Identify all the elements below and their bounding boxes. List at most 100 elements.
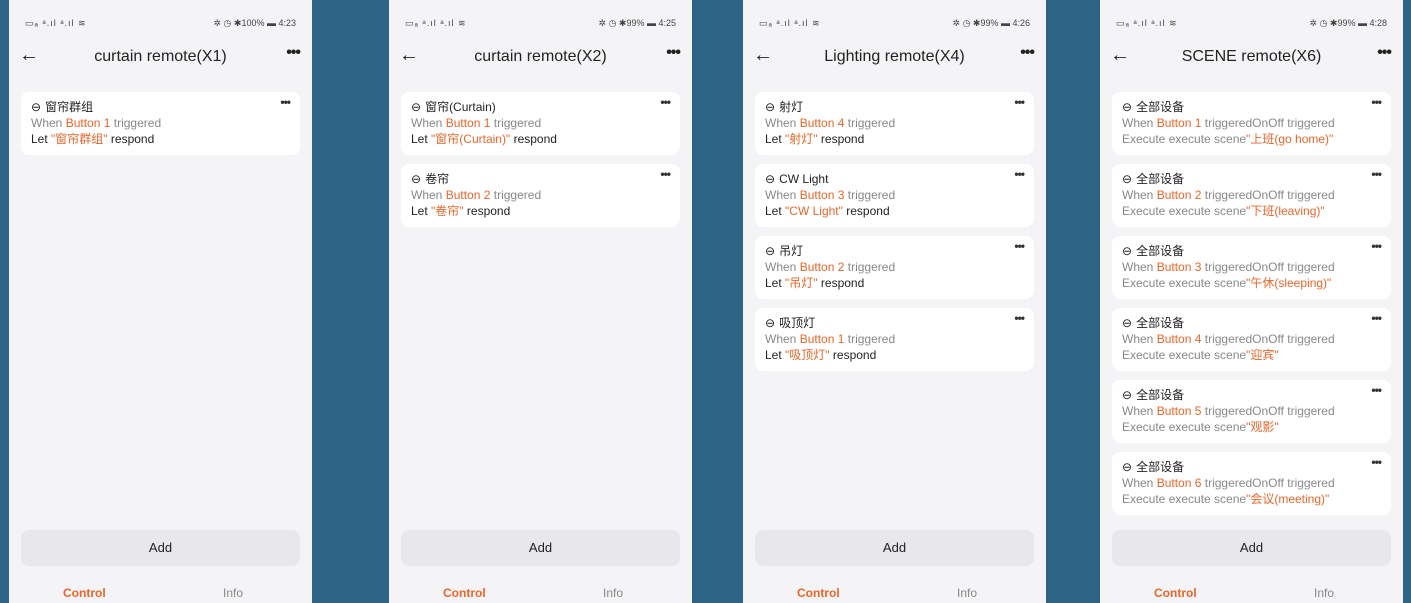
onoff-label: OnOff triggered [1252, 188, 1335, 202]
let-label: Let [765, 204, 782, 218]
status-signal: ▭ₐ ᵃ.ıl ᵃ.ıl ≋ [405, 18, 467, 28]
card-more-icon[interactable]: ••• [1371, 454, 1382, 470]
back-arrow-icon[interactable]: ← [399, 44, 419, 67]
tab-control[interactable]: Control [63, 586, 106, 600]
page-title: curtain remote(X2) [474, 48, 607, 65]
automation-card[interactable]: ••• ⊖ 窗帘群组 When Button 1 triggered Let "窗… [21, 92, 300, 155]
let-label: Let [765, 132, 782, 146]
automation-list: ••• ⊖ 窗帘(Curtain) When Button 1 triggered… [401, 92, 680, 236]
device-name: CW Light [779, 172, 829, 186]
scene-label: "迎宾" [1246, 348, 1279, 362]
link-icon: ⊖ [1122, 460, 1133, 474]
button-label: Button 1 [445, 116, 491, 130]
card-more-icon[interactable]: ••• [1014, 166, 1025, 182]
page-title: curtain remote(X1) [94, 48, 227, 65]
card-more-icon[interactable]: ••• [1371, 310, 1382, 326]
triggered-label: triggered [113, 116, 162, 130]
triggered-label: triggered [1204, 476, 1253, 490]
card-more-icon[interactable]: ••• [1371, 94, 1382, 110]
card-more-icon[interactable]: ••• [1371, 382, 1382, 398]
tab-control[interactable]: Control [443, 586, 486, 600]
triggered-label: triggered [847, 188, 896, 202]
scene-card[interactable]: ••• ⊖ 全部设备 When Button 2 triggeredOnOff t… [1112, 164, 1391, 227]
when-label: When [1122, 260, 1154, 274]
scene-card[interactable]: ••• ⊖ 全部设备 When Button 5 triggeredOnOff t… [1112, 380, 1391, 443]
triggered-label: triggered [847, 260, 896, 274]
phone-screen-x1: ▭ₐ ᵃ.ıl ᵃ.ıl ≋ ✲ ◷ ✱100% ▬ 4:23 ← curtai… [9, 0, 312, 603]
more-icon[interactable]: ••• [286, 44, 301, 62]
automation-card[interactable]: ••• ⊖ 吸顶灯 When Button 1 triggered Let "吸顶… [755, 308, 1034, 371]
tab-control[interactable]: Control [1154, 586, 1197, 600]
card-more-icon[interactable]: ••• [1014, 94, 1025, 110]
add-button[interactable]: Add [21, 530, 300, 566]
when-label: When [765, 188, 797, 202]
add-button[interactable]: Add [401, 530, 680, 566]
when-label: When [765, 116, 797, 130]
link-icon: ⊖ [31, 100, 42, 114]
button-label: Button 2 [799, 260, 845, 274]
more-icon[interactable]: ••• [1020, 44, 1035, 62]
respond-label: respond [820, 132, 865, 146]
target-label: "窗帘群组" [51, 132, 108, 146]
automation-card[interactable]: ••• ⊖ 射灯 When Button 4 triggered Let "射灯"… [755, 92, 1034, 155]
respond-label: respond [513, 132, 557, 146]
scene-label: "午休(sleeping)" [1246, 276, 1332, 290]
device-name: 全部设备 [1136, 244, 1185, 258]
scene-card[interactable]: ••• ⊖ 全部设备 When Button 6 triggeredOnOff t… [1112, 452, 1391, 515]
tab-info[interactable]: Info [957, 586, 977, 600]
automation-card[interactable]: ••• ⊖ CW Light When Button 3 triggered Le… [755, 164, 1034, 227]
device-name: 窗帘群组 [45, 100, 94, 114]
button-label: Button 2 [445, 188, 491, 202]
target-label: "窗帘(Curtain)" [431, 132, 511, 146]
onoff-label: OnOff triggered [1252, 260, 1335, 274]
add-button[interactable]: Add [755, 530, 1034, 566]
triggered-label: triggered [493, 188, 542, 202]
more-icon[interactable]: ••• [1377, 44, 1392, 62]
page-title: Lighting remote(X4) [824, 48, 965, 65]
scene-card[interactable]: ••• ⊖ 全部设备 When Button 3 triggeredOnOff t… [1112, 236, 1391, 299]
automation-card[interactable]: ••• ⊖ 吊灯 When Button 2 triggered Let "吊灯"… [755, 236, 1034, 299]
let-label: Let [31, 132, 48, 146]
card-more-icon[interactable]: ••• [660, 94, 671, 110]
tab-control[interactable]: Control [797, 586, 840, 600]
card-more-icon[interactable]: ••• [280, 94, 291, 110]
automation-card[interactable]: ••• ⊖ 卷帘 When Button 2 triggered Let "卷帘"… [401, 164, 680, 227]
when-label: When [31, 116, 63, 130]
target-label: "射灯" [785, 132, 818, 146]
card-more-icon[interactable]: ••• [1371, 166, 1382, 182]
card-more-icon[interactable]: ••• [1014, 238, 1025, 254]
phone-screen-x4: ▭ₐ ᵃ.ıl ᵃ.ıl ≋ ✲ ◷ ✱99% ▬ 4:26 ← Lightin… [743, 0, 1046, 603]
scene-card[interactable]: ••• ⊖ 全部设备 When Button 1 triggeredOnOff t… [1112, 92, 1391, 155]
title-bar: ← curtain remote(X2) ••• [389, 38, 692, 84]
tab-info[interactable]: Info [603, 586, 623, 600]
card-more-icon[interactable]: ••• [1371, 238, 1382, 254]
triggered-label: triggered [1204, 116, 1253, 130]
button-label: Button 1 [799, 332, 845, 346]
tab-info[interactable]: Info [1314, 586, 1334, 600]
button-label: Button 2 [1156, 188, 1202, 202]
let-label: Let [411, 132, 428, 146]
more-icon[interactable]: ••• [666, 44, 681, 62]
link-icon: ⊖ [1122, 316, 1133, 330]
when-label: When [765, 260, 797, 274]
back-arrow-icon[interactable]: ← [753, 44, 773, 67]
execute-label: Execute execute scene [1122, 420, 1247, 434]
back-arrow-icon[interactable]: ← [19, 44, 39, 67]
status-signal: ▭ₐ ᵃ.ıl ᵃ.ıl ≋ [759, 18, 821, 28]
respond-label: respond [466, 204, 511, 218]
triggered-label: triggered [1204, 332, 1253, 346]
scene-card[interactable]: ••• ⊖ 全部设备 When Button 4 triggeredOnOff t… [1112, 308, 1391, 371]
add-button[interactable]: Add [1112, 530, 1391, 566]
back-arrow-icon[interactable]: ← [1110, 44, 1130, 67]
card-more-icon[interactable]: ••• [660, 166, 671, 182]
tab-info[interactable]: Info [223, 586, 243, 600]
automation-card[interactable]: ••• ⊖ 窗帘(Curtain) When Button 1 triggered… [401, 92, 680, 155]
status-bar: ▭ₐ ᵃ.ıl ᵃ.ıl ≋ ✲ ◷ ✱99% ▬ 4:26 [743, 0, 1046, 38]
phone-screen-x2: ▭ₐ ᵃ.ıl ᵃ.ıl ≋ ✲ ◷ ✱99% ▬ 4:25 ← curtain… [389, 0, 692, 603]
device-name: 全部设备 [1136, 172, 1185, 186]
card-more-icon[interactable]: ••• [1014, 310, 1025, 326]
link-icon: ⊖ [765, 172, 776, 186]
execute-label: Execute execute scene [1122, 132, 1247, 146]
status-signal: ▭ₐ ᵃ.ıl ᵃ.ıl ≋ [1116, 18, 1178, 28]
bottom-tabs: Control Info [743, 582, 1046, 603]
